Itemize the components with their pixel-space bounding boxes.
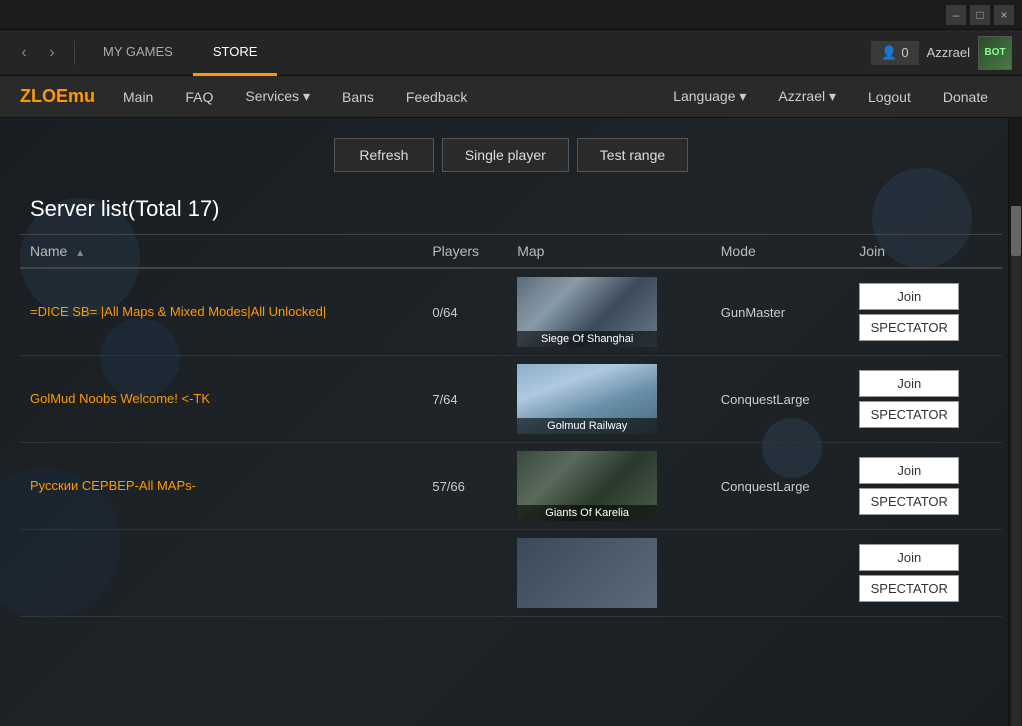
nav-bar: ‹ › MY GAMES STORE 👤 0 Azzrael BOT (0, 30, 1022, 76)
col-mode: Mode (711, 235, 850, 268)
scrollbar[interactable] (1008, 118, 1022, 726)
mode-cell (711, 530, 850, 617)
tab-store[interactable]: STORE (193, 30, 278, 76)
menu-item-azzrael[interactable]: Azzrael ▾ (764, 82, 850, 111)
spectator-button[interactable]: SPECTATOR (859, 488, 959, 515)
col-name[interactable]: Name ▲ (20, 235, 422, 268)
spectator-button[interactable]: SPECTATOR (859, 401, 959, 428)
server-name-cell (20, 530, 422, 617)
map-thumbnail: Golmud Railway (517, 364, 657, 434)
refresh-button[interactable]: Refresh (334, 138, 434, 172)
map-cell (507, 530, 711, 617)
forward-button[interactable]: › (38, 39, 66, 67)
table-header: Name ▲ Players Map Mode Join (20, 235, 1002, 268)
spectator-button[interactable]: SPECTATOR (859, 575, 959, 602)
single-player-button[interactable]: Single player (442, 138, 569, 172)
minimize-button[interactable]: – (946, 5, 966, 25)
server-name-link[interactable]: Русскии СЕРВЕР-All MAPs- (30, 478, 196, 493)
main-content: Refresh Single player Test range Server … (0, 118, 1022, 726)
cart-button[interactable]: 👤 0 (871, 41, 918, 65)
cart-count: 0 (901, 45, 908, 60)
scrollbar-thumb[interactable] (1011, 206, 1021, 256)
join-button[interactable]: Join (859, 370, 959, 397)
menu-item-main[interactable]: Main (109, 83, 167, 111)
map-cell: Golmud Railway (507, 356, 711, 443)
server-name-cell: GolMud Noobs Welcome! <-TK (20, 356, 422, 443)
table-row: =DICE SB= |All Maps & Mixed Modes|All Un… (20, 268, 1002, 356)
join-button[interactable]: Join (859, 283, 959, 310)
server-name-link[interactable]: =DICE SB= |All Maps & Mixed Modes|All Un… (30, 304, 326, 319)
server-table: Name ▲ Players Map Mode Join =DICE SB= |… (20, 235, 1002, 617)
menu-item-language[interactable]: Language ▾ (659, 82, 760, 111)
col-players: Players (422, 235, 507, 268)
user-area: 👤 0 Azzrael BOT (871, 36, 1012, 70)
col-join: Join (849, 235, 1002, 268)
menu-item-feedback[interactable]: Feedback (392, 83, 481, 111)
players-cell (422, 530, 507, 617)
server-list-title: Server list(Total 17) (20, 188, 1002, 235)
table-row: Join SPECTATOR (20, 530, 1002, 617)
server-name-cell: =DICE SB= |All Maps & Mixed Modes|All Un… (20, 268, 422, 356)
menu-item-faq[interactable]: FAQ (171, 83, 227, 111)
map-label: Giants Of Karelia (517, 505, 657, 521)
map-cell: Giants Of Karelia (507, 443, 711, 530)
menu-bar: ZLOEmu Main FAQ Services ▾ Bans Feedback… (0, 76, 1022, 118)
mode-cell: ConquestLarge (711, 356, 850, 443)
server-name-cell: Русскии СЕРВЕР-All MAPs- (20, 443, 422, 530)
mode-cell: GunMaster (711, 268, 850, 356)
scrollbar-track (1011, 206, 1021, 726)
mode-cell: ConquestLarge (711, 443, 850, 530)
brand-logo[interactable]: ZLOEmu (20, 86, 95, 107)
map-cell: Siege Of Shanghai (507, 268, 711, 356)
title-bar: – □ × (0, 0, 1022, 30)
map-thumbnail (517, 538, 657, 608)
join-cell: Join SPECTATOR (849, 356, 1002, 443)
maximize-button[interactable]: □ (970, 5, 990, 25)
test-range-button[interactable]: Test range (577, 138, 688, 172)
server-list: Server list(Total 17) Name ▲ Players Map… (20, 188, 1002, 617)
close-button[interactable]: × (994, 5, 1014, 25)
spectator-button[interactable]: SPECTATOR (859, 314, 959, 341)
players-cell: 57/66 (422, 443, 507, 530)
join-button[interactable]: Join (859, 457, 959, 484)
menu-item-bans[interactable]: Bans (328, 83, 388, 111)
join-button[interactable]: Join (859, 544, 959, 571)
user-avatar: BOT (978, 36, 1012, 70)
players-cell: 7/64 (422, 356, 507, 443)
join-cell: Join SPECTATOR (849, 268, 1002, 356)
back-button[interactable]: ‹ (10, 39, 38, 67)
menu-item-donate[interactable]: Donate (929, 83, 1002, 111)
menu-item-services[interactable]: Services ▾ (231, 82, 324, 111)
join-cell: Join SPECTATOR (849, 530, 1002, 617)
user-name: Azzrael (927, 45, 970, 60)
tab-my-games[interactable]: MY GAMES (83, 30, 193, 76)
table-row: GolMud Noobs Welcome! <-TK 7/64 Golmud R… (20, 356, 1002, 443)
server-name-link[interactable]: GolMud Noobs Welcome! <-TK (30, 391, 210, 406)
table-row: Русскии СЕРВЕР-All MAPs- 57/66 Giants Of… (20, 443, 1002, 530)
action-bar: Refresh Single player Test range (20, 118, 1002, 188)
map-label: Golmud Railway (517, 418, 657, 434)
cart-icon: 👤 (881, 45, 897, 61)
sort-icon: ▲ (75, 248, 85, 259)
join-cell: Join SPECTATOR (849, 443, 1002, 530)
menu-item-logout[interactable]: Logout (854, 83, 925, 111)
players-cell: 0/64 (422, 268, 507, 356)
map-label: Siege Of Shanghai (517, 331, 657, 347)
col-map: Map (507, 235, 711, 268)
map-thumbnail: Giants Of Karelia (517, 451, 657, 521)
nav-divider (74, 41, 75, 65)
map-thumbnail: Siege Of Shanghai (517, 277, 657, 347)
